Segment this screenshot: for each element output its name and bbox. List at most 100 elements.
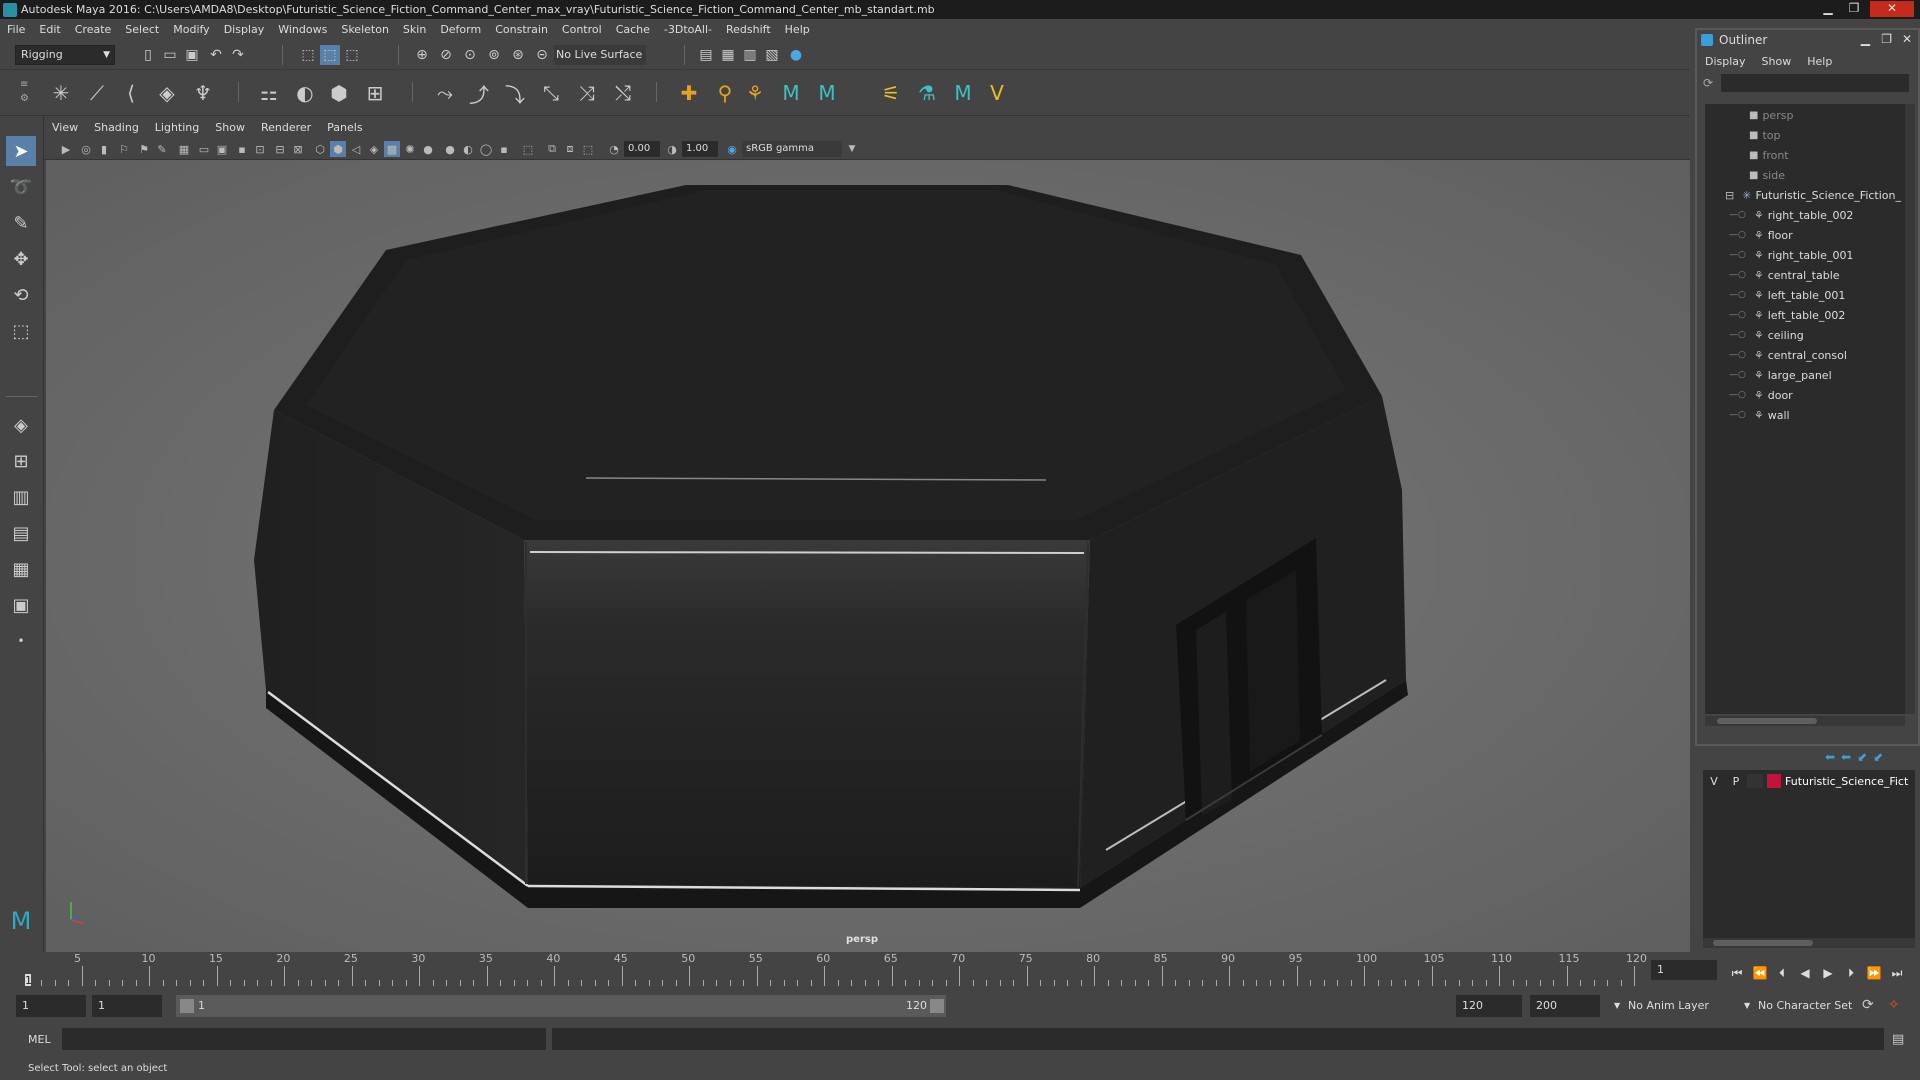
outliner-item-side[interactable]: ■ side (1749, 166, 1785, 184)
wrap-icon[interactable]: ⬢ (326, 80, 352, 106)
range-end-handle[interactable] (930, 999, 944, 1013)
exposure-field[interactable]: 0.00 (624, 141, 660, 157)
layer-buttons-icon[interactable]: ⬅⬅⬋⬋ (1825, 750, 1915, 766)
outliner-menu-show[interactable]: Show (1754, 55, 1800, 68)
colorspace-dropdown[interactable]: sRGB gamma (742, 141, 842, 157)
snap-view-icon[interactable]: ⊚ (484, 45, 504, 65)
new-scene-icon[interactable]: ▯ (138, 45, 158, 65)
outliner-search-input[interactable] (1721, 74, 1909, 92)
start-time-field[interactable]: 1 (16, 995, 86, 1017)
close-icon[interactable]: ✕ (1902, 32, 1912, 46)
step-forward-frame-icon[interactable]: ⏵ (1842, 964, 1860, 982)
layer-hscroll[interactable] (1703, 938, 1915, 948)
field-chart-icon[interactable]: ⊡ (252, 141, 268, 157)
gamma-field[interactable]: 1.00 (682, 141, 718, 157)
outliner-item-central-table[interactable]: —○ ⚘ central_table (1729, 266, 1840, 284)
ik-spline-icon[interactable]: ⟨ (118, 80, 144, 106)
chevron-down-icon[interactable]: ▼ (844, 141, 860, 157)
image-plane-icon[interactable]: ⚐ (116, 141, 132, 157)
layer-type-toggle[interactable] (1747, 774, 1763, 788)
play-forwards-icon[interactable]: ▶ (1819, 964, 1837, 982)
layer-visibility-toggle[interactable]: V (1703, 775, 1725, 788)
outliner-item-large-panel[interactable]: —○ ⚘ large_panel (1729, 366, 1832, 384)
single-perspective-layout-icon[interactable]: ◈ (6, 410, 36, 440)
range-slider[interactable]: 1 120 (176, 995, 946, 1017)
layer-row[interactable]: V P Futuristic_Science_Fict (1703, 772, 1915, 790)
anim-layer-dropdown[interactable]: No Anim Layer ▼ (1612, 995, 1742, 1017)
viewport-menu-show[interactable]: Show (207, 121, 253, 134)
paint-weights-icon[interactable]: ⚘ (742, 80, 768, 106)
outliner-item-right-table-001[interactable]: —○ ⚘ right_table_001 (1729, 246, 1853, 264)
menu-modify[interactable]: Modify (166, 23, 216, 36)
go-to-end-icon[interactable]: ⏭ (1888, 964, 1906, 982)
joint-tool-icon[interactable]: ✳ (48, 80, 74, 106)
menu-display[interactable]: Display (217, 23, 272, 36)
point-constraint-icon[interactable]: ⤳ (432, 80, 458, 106)
step-back-key-icon[interactable]: ⏪ (1751, 964, 1769, 982)
current-frame-field[interactable]: 1 (1651, 960, 1717, 980)
live-surface-field[interactable]: No Live Surface (554, 45, 646, 65)
mash-repro-icon[interactable]: M (950, 80, 976, 106)
smooth-shade-icon[interactable]: ⬢ (330, 141, 346, 157)
grease-pencil-icon[interactable]: ✎ (154, 141, 170, 157)
layout-more-icon[interactable]: • (6, 626, 36, 656)
grid-icon[interactable]: ▦ (176, 141, 192, 157)
bookmarks-icon[interactable]: ▮ (96, 141, 112, 157)
menu-3dtoall[interactable]: -3DtoAll- (657, 23, 719, 36)
step-back-frame-icon[interactable]: ⏴ (1773, 964, 1791, 982)
locator-icon[interactable]: ✚ (676, 80, 702, 106)
save-scene-icon[interactable]: ▣ (182, 45, 202, 65)
playback-start-field[interactable]: 1 (92, 995, 162, 1017)
film-gate-icon[interactable]: ▭ (196, 141, 212, 157)
v-ray-icon[interactable]: V (984, 80, 1010, 106)
hypershade-layout-icon[interactable]: ▦ (6, 554, 36, 584)
menu-file[interactable]: File (0, 23, 32, 36)
character-set-dropdown[interactable]: No Character Set ▼ (1742, 995, 1862, 1017)
outliner-item-top[interactable]: ■ top (1749, 126, 1780, 144)
menu-skeleton[interactable]: Skeleton (334, 23, 396, 36)
outliner-item-left-table-002[interactable]: —○ ⚘ left_table_002 (1729, 306, 1845, 324)
command-language-label[interactable]: MEL (28, 1033, 51, 1046)
viewport-menu-view[interactable]: View (44, 121, 86, 134)
outliner-item-door[interactable]: —○ ⚘ door (1729, 386, 1793, 404)
persp-outliner-layout-icon[interactable]: ▥ (6, 482, 36, 512)
skin-weights-icon[interactable]: ⚲ (712, 80, 738, 106)
menu-skin[interactable]: Skin (396, 23, 433, 36)
menu-deform[interactable]: Deform (433, 23, 488, 36)
sculpt-brush-icon[interactable]: ⚗ (914, 80, 940, 106)
backface-culling-icon[interactable]: ⬚ (580, 141, 596, 157)
scale-constraint-icon[interactable]: ⤡ (538, 80, 564, 106)
viewport-menu-lighting[interactable]: Lighting (147, 121, 207, 134)
menu-edit[interactable]: Edit (32, 23, 67, 36)
menu-redshift[interactable]: Redshift (719, 23, 778, 36)
end-time-field[interactable]: 200 (1530, 995, 1600, 1017)
ik-handle-icon[interactable]: ⟋ (84, 80, 110, 106)
filter-icon[interactable]: ⟳ (1703, 76, 1717, 90)
camera-attributes-icon[interactable]: ◎ (78, 141, 94, 157)
close-button[interactable]: ✕ (1870, 1, 1914, 17)
select-by-object-icon[interactable]: ⬚ (320, 45, 340, 65)
rotate-tool-icon[interactable]: ⟲ (6, 280, 36, 310)
mash-network-icon[interactable]: M (814, 80, 840, 106)
range-start-handle[interactable] (180, 999, 194, 1013)
outliner-item-ceiling[interactable]: —○ ⚘ ceiling (1729, 326, 1804, 344)
playback-end-field[interactable]: 120 (1456, 995, 1522, 1017)
ambient-occlusion-icon[interactable]: ● (442, 141, 458, 157)
render-view-icon[interactable]: ▧ (762, 45, 782, 65)
scale-tool-icon[interactable]: ⬚ (6, 316, 36, 346)
textured-icon[interactable]: ▩ (384, 141, 400, 157)
motion-blur-icon[interactable]: ◐ (460, 141, 476, 157)
sculpt-deformer-icon[interactable]: ⊞ (362, 80, 388, 106)
menu-help[interactable]: Help (778, 23, 817, 36)
menu-select[interactable]: Select (118, 23, 166, 36)
menu-create[interactable]: Create (68, 23, 119, 36)
command-input[interactable] (62, 1028, 546, 1050)
go-to-start-icon[interactable]: ⏮ (1728, 964, 1746, 982)
snap-surface-icon[interactable]: ⊛ (508, 45, 528, 65)
layer-color-swatch[interactable] (1767, 774, 1781, 788)
custom-layout-icon[interactable]: ▣ (6, 590, 36, 620)
outliner-item-wall[interactable]: —○ ⚘ wall (1729, 406, 1790, 424)
animation-preferences-icon[interactable]: ✧ (1888, 997, 1906, 1015)
pole-vector-icon[interactable]: ⤭ (610, 80, 636, 106)
bind-skin-icon[interactable]: ◈ (154, 80, 180, 106)
